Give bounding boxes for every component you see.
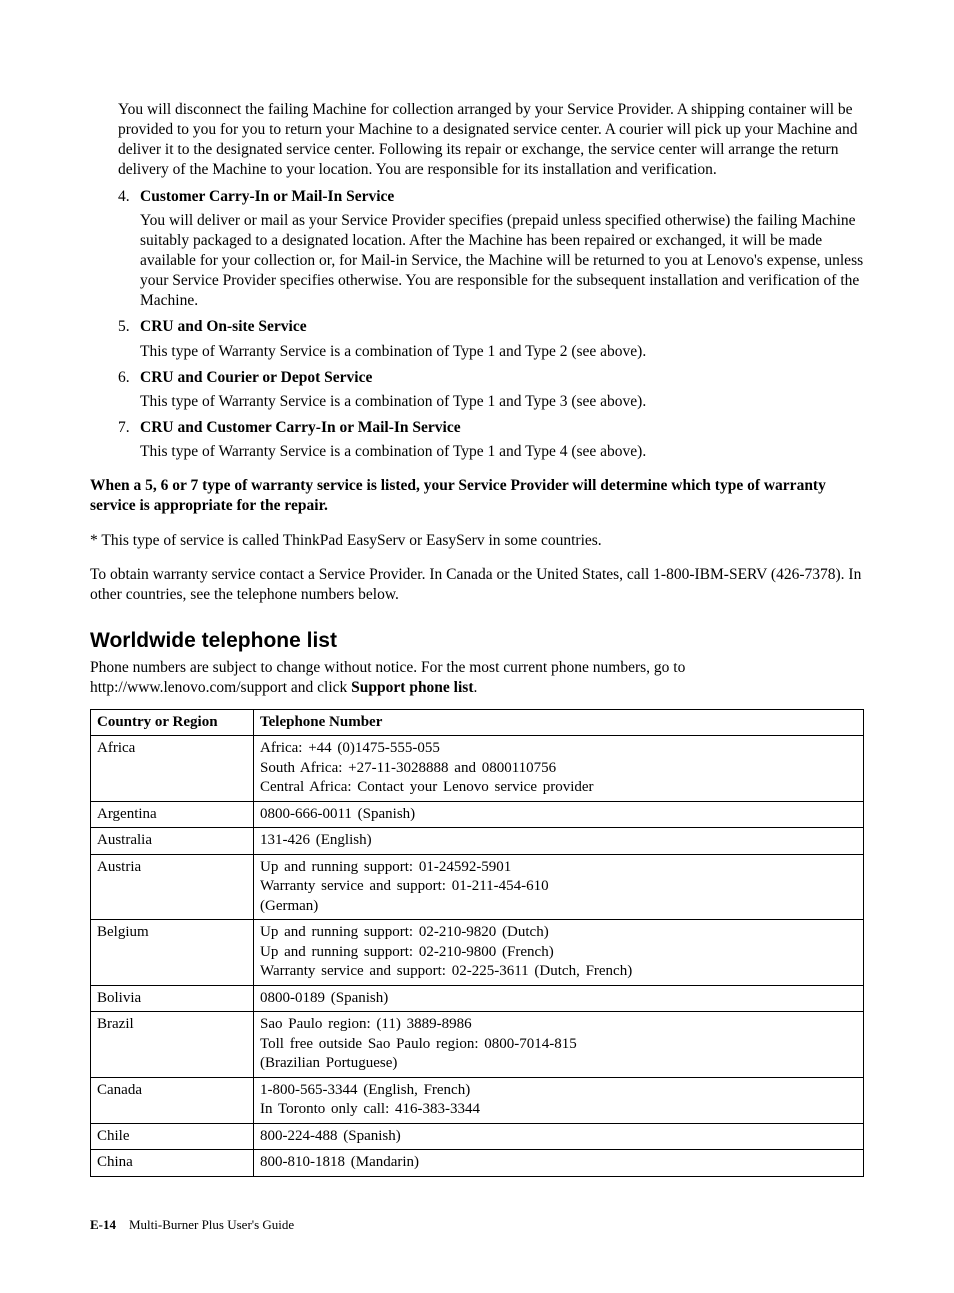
phone-line: South Africa: +27-11-3028888 and 0800110… xyxy=(260,759,857,779)
list-item: 4.Customer Carry-In or Mail-In Service Yo… xyxy=(118,187,864,312)
section-heading: Worldwide telephone list xyxy=(90,627,864,654)
page-footer: E-14 Multi-Burner Plus User's Guide xyxy=(90,1217,864,1234)
list-title: Customer Carry-In or Mail-In Service xyxy=(140,187,864,207)
list-title: CRU and Courier or Depot Service xyxy=(140,368,864,388)
phone-line: Warranty service and support: 01-211-454… xyxy=(260,877,857,897)
phone-line: Up and running support: 02-210-9820 (Dut… xyxy=(260,923,857,943)
list-paragraph: You will deliver or mail as your Service… xyxy=(140,211,864,312)
phone-line: Sao Paulo region: (11) 3889-8986 xyxy=(260,1015,857,1035)
list-item: 6.CRU and Courier or Depot Service This t… xyxy=(118,368,864,412)
table-row: AustriaUp and running support: 01-24592-… xyxy=(91,854,864,920)
phone-line: Warranty service and support: 02-225-361… xyxy=(260,962,857,982)
phone-line: 0800-666-0011 (Spanish) xyxy=(260,805,857,825)
list-title: CRU and Customer Carry-In or Mail-In Ser… xyxy=(140,418,864,438)
numbered-list: 4.Customer Carry-In or Mail-In Service Yo… xyxy=(118,187,864,463)
list-item: 5.CRU and On-site Service This type of Wa… xyxy=(118,317,864,361)
section-intro: Phone numbers are subject to change with… xyxy=(90,658,864,698)
cell-phone: 800-810-1818 (Mandarin) xyxy=(254,1150,864,1177)
cell-country: China xyxy=(91,1150,254,1177)
warranty-service-list: You will disconnect the failing Machine … xyxy=(118,100,864,181)
cell-country: Canada xyxy=(91,1077,254,1123)
cell-country: Brazil xyxy=(91,1012,254,1078)
list-number: 5. xyxy=(118,317,140,337)
cell-phone: 0800-0189 (Spanish) xyxy=(254,985,864,1012)
phone-line: (Brazilian Portuguese) xyxy=(260,1054,857,1074)
list-number: 7. xyxy=(118,418,140,438)
table-row: Australia 131-426 (English) xyxy=(91,828,864,855)
section-intro-bold: Support phone list xyxy=(351,679,473,696)
cell-country: Chile xyxy=(91,1123,254,1150)
list-body: CRU and Customer Carry-In or Mail-In Ser… xyxy=(140,418,864,462)
page-number: E-14 xyxy=(90,1217,116,1232)
list-body: Customer Carry-In or Mail-In Service You … xyxy=(140,187,864,312)
cell-phone: Sao Paulo region: (11) 3889-8986Toll fre… xyxy=(254,1012,864,1078)
list-body: CRU and Courier or Depot Service This typ… xyxy=(140,368,864,412)
cell-phone: Africa: +44 (0)1475-555-055South Africa:… xyxy=(254,736,864,802)
table-row: Chile 800-224-488 (Spanish) xyxy=(91,1123,864,1150)
th-phone: Telephone Number xyxy=(254,709,864,736)
cell-country: Belgium xyxy=(91,920,254,986)
list-paragraph: This type of Warranty Service is a combi… xyxy=(140,442,864,462)
list-title: CRU and On-site Service xyxy=(140,317,864,337)
table-row: Bolivia 0800-0189 (Spanish) xyxy=(91,985,864,1012)
asterisk-note: * This type of service is called ThinkPa… xyxy=(90,531,864,551)
cell-country: Argentina xyxy=(91,801,254,828)
phone-line: In Toronto only call: 416-383-3344 xyxy=(260,1100,857,1120)
phone-line: 800-224-488 (Spanish) xyxy=(260,1127,857,1147)
table-row: China 800-810-1818 (Mandarin) xyxy=(91,1150,864,1177)
cell-phone: 1-800-565-3344 (English, French)In Toron… xyxy=(254,1077,864,1123)
phone-line: 0800-0189 (Spanish) xyxy=(260,989,857,1009)
table-row: BrazilSao Paulo region: (11) 3889-8986To… xyxy=(91,1012,864,1078)
phone-table: Country or Region Telephone Number Afric… xyxy=(90,709,864,1177)
phone-line: Africa: +44 (0)1475-555-055 xyxy=(260,739,857,759)
cell-country: Austria xyxy=(91,854,254,920)
list-number: 4. xyxy=(118,187,140,207)
list-paragraph: This type of Warranty Service is a combi… xyxy=(140,342,864,362)
phone-line: 800-810-1818 (Mandarin) xyxy=(260,1153,857,1173)
phone-line: 1-800-565-3344 (English, French) xyxy=(260,1081,857,1101)
cell-phone: 800-224-488 (Spanish) xyxy=(254,1123,864,1150)
phone-line: Toll free outside Sao Paulo region: 0800… xyxy=(260,1035,857,1055)
cell-phone: Up and running support: 02-210-9820 (Dut… xyxy=(254,920,864,986)
intro-paragraph: You will disconnect the failing Machine … xyxy=(118,100,864,181)
list-body: CRU and On-site Service This type of Warr… xyxy=(140,317,864,361)
phone-line: Central Africa: Contact your Lenovo serv… xyxy=(260,778,857,798)
phone-line: Up and running support: 01-24592-5901 xyxy=(260,858,857,878)
phone-line: Up and running support: 02-210-9800 (Fre… xyxy=(260,943,857,963)
phone-line: (German) xyxy=(260,897,857,917)
th-country: Country or Region xyxy=(91,709,254,736)
phone-line: 131-426 (English) xyxy=(260,831,857,851)
table-header-row: Country or Region Telephone Number xyxy=(91,709,864,736)
table-row: AfricaAfrica: +44 (0)1475-555-055South A… xyxy=(91,736,864,802)
cell-phone: Up and running support: 01-24592-5901War… xyxy=(254,854,864,920)
section-intro-b: . xyxy=(474,679,478,696)
bold-note: When a 5, 6 or 7 type of warranty servic… xyxy=(90,476,864,516)
footer-title: Multi-Burner Plus User's Guide xyxy=(129,1217,294,1232)
list-paragraph: This type of Warranty Service is a combi… xyxy=(140,392,864,412)
cell-phone: 0800-666-0011 (Spanish) xyxy=(254,801,864,828)
list-number: 6. xyxy=(118,368,140,388)
table-row: Belgium Up and running support: 02-210-98… xyxy=(91,920,864,986)
contact-note: To obtain warranty service contact a Ser… xyxy=(90,565,864,605)
cell-country: Africa xyxy=(91,736,254,802)
cell-phone: 131-426 (English) xyxy=(254,828,864,855)
table-row: Argentina 0800-666-0011 (Spanish) xyxy=(91,801,864,828)
cell-country: Bolivia xyxy=(91,985,254,1012)
cell-country: Australia xyxy=(91,828,254,855)
table-row: Canada1-800-565-3344 (English, French)In… xyxy=(91,1077,864,1123)
list-item: 7.CRU and Customer Carry-In or Mail-In S… xyxy=(118,418,864,462)
